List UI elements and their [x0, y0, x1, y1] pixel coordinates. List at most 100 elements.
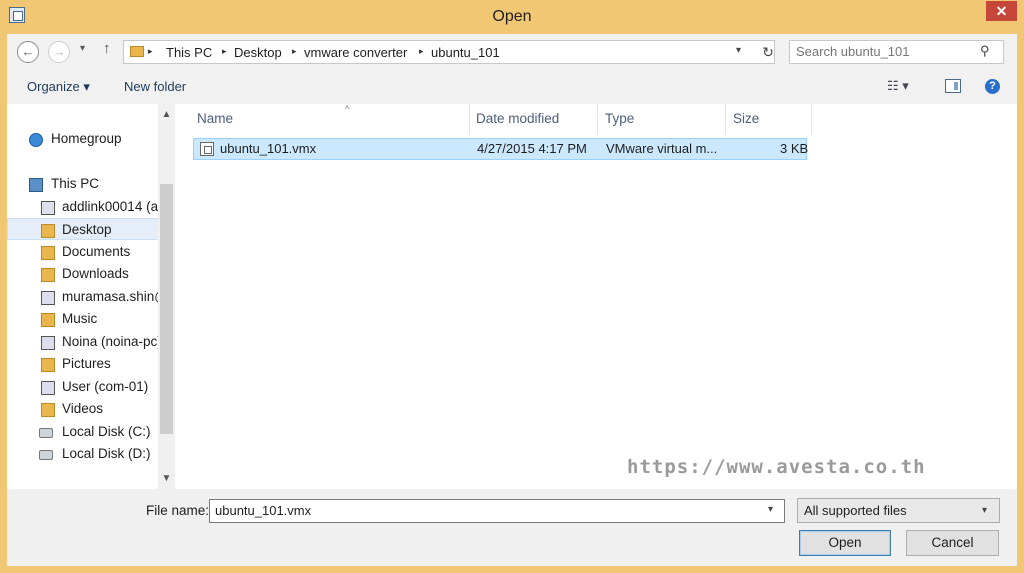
nav-item-music[interactable]: Music — [7, 308, 159, 330]
column-divider[interactable] — [811, 104, 812, 134]
disk-icon — [39, 428, 53, 438]
nav-item-label: Local Disk (C:) — [62, 424, 151, 439]
search-box: ⚲ — [789, 40, 1004, 64]
nav-item-label: This PC — [51, 176, 100, 191]
back-button[interactable]: ← — [17, 41, 39, 63]
file-list: Name ^ Date modified Type Size ubuntu_10… — [177, 104, 1017, 489]
folder-icon — [41, 246, 55, 260]
recent-locations-button[interactable]: ▾ — [80, 43, 85, 54]
file-name-label: File name: — [146, 503, 210, 518]
breadcrumb-desktop[interactable]: Desktop — [234, 45, 282, 60]
column-divider[interactable] — [597, 104, 598, 134]
refresh-button[interactable]: ↻ — [758, 42, 778, 62]
organize-button[interactable]: Organize ▾ — [27, 79, 90, 95]
nav-item-desktop[interactable]: Desktop — [7, 218, 159, 240]
breadcrumb-vmware-converter[interactable]: vmware converter — [304, 45, 407, 60]
forward-button[interactable]: → — [48, 41, 70, 63]
address-row: ← → ▾ ↑ ▸ This PC ▸ Desktop ▸ vmware con… — [7, 34, 1017, 70]
navigation-pane: Homegroup This PC addlink00014 (ad Deskt… — [7, 104, 177, 489]
homegroup-icon — [29, 133, 43, 147]
file-size-cell: 3 KB — [780, 141, 809, 156]
nav-item-this-pc[interactable]: This PC — [7, 173, 159, 195]
nav-item-user-com-01[interactable]: User (com-01) — [7, 376, 159, 398]
search-icon[interactable]: ⚲ — [980, 43, 990, 59]
nav-item-pictures[interactable]: Pictures — [7, 353, 159, 375]
folder-icon — [41, 313, 55, 327]
breadcrumb-separator[interactable]: ▸ — [292, 46, 297, 57]
file-name-combo: ▾ — [209, 499, 785, 523]
title-bar: Open ✕ — [0, 0, 1024, 34]
pc-icon — [29, 178, 43, 192]
nav-item-documents[interactable]: Documents — [7, 241, 159, 263]
folder-icon — [41, 268, 55, 282]
cancel-button[interactable]: Cancel — [906, 530, 999, 556]
breadcrumb-ubuntu-101[interactable]: ubuntu_101 — [431, 45, 500, 60]
breadcrumb-separator[interactable]: ▸ — [419, 46, 424, 57]
nav-item-noina[interactable]: Noina (noina-pc) — [7, 331, 159, 353]
nav-item-muramasa[interactable]: muramasa.shin@ — [7, 286, 159, 308]
file-type-value: All supported files — [804, 503, 907, 518]
scroll-up-button[interactable]: ▲ — [158, 106, 175, 123]
folder-icon — [130, 46, 144, 57]
nav-item-addlink00014[interactable]: addlink00014 (ad — [7, 196, 159, 218]
vmx-file-icon — [200, 142, 214, 156]
nav-item-label: User (com-01) — [62, 379, 149, 394]
file-name-input[interactable] — [215, 503, 755, 518]
network-drive-icon — [41, 381, 55, 395]
breadcrumb-this-pc[interactable]: This PC — [166, 45, 212, 60]
file-date-cell: 4/27/2015 4:17 PM — [477, 141, 587, 156]
nav-item-label: Local Disk (D:) — [62, 446, 151, 461]
nav-item-label: Downloads — [62, 266, 129, 281]
nav-item-downloads[interactable]: Downloads — [7, 263, 159, 285]
dialog-client: ← → ▾ ↑ ▸ This PC ▸ Desktop ▸ vmware con… — [7, 34, 1017, 566]
nav-item-label: addlink00014 (ad — [62, 199, 159, 214]
nav-item-label: Videos — [62, 401, 104, 416]
nav-item-label: Pictures — [62, 356, 111, 371]
up-button[interactable]: ↑ — [103, 40, 111, 57]
breadcrumb-separator[interactable]: ▸ — [148, 46, 153, 57]
command-bar: Organize ▾ New folder ☷ ▾ ? — [7, 70, 1017, 104]
column-header-date-modified[interactable]: Date modified — [476, 104, 596, 134]
nav-item-label: Noina (noina-pc) — [62, 334, 159, 349]
nav-item-videos[interactable]: Videos — [7, 398, 159, 420]
nav-item-local-disk-c[interactable]: Local Disk (C:) — [7, 421, 159, 443]
scroll-down-button[interactable]: ▼ — [158, 470, 175, 487]
file-type-select[interactable]: All supported files ▾ — [797, 498, 1000, 523]
file-row[interactable]: ubuntu_101.vmx 4/27/2015 4:17 PM VMware … — [193, 138, 809, 160]
file-name-cell: ubuntu_101.vmx — [220, 141, 317, 156]
dialog-footer: https://www.avesta.co.th File name: ▾ Al… — [7, 456, 1017, 566]
open-dialog: Open ✕ ← → ▾ ↑ ▸ This PC ▸ Desktop ▸ vmw… — [0, 0, 1024, 573]
close-button[interactable]: ✕ — [986, 1, 1017, 21]
breadcrumb-separator[interactable]: ▸ — [222, 46, 227, 57]
nav-scrollbar[interactable]: ▲ ▼ — [158, 104, 175, 489]
chevron-down-icon: ▾ — [982, 505, 988, 516]
folder-icon — [41, 403, 55, 417]
nav-item-label: Desktop — [62, 222, 112, 237]
nav-item-homegroup[interactable]: Homegroup — [7, 128, 159, 150]
disk-icon — [39, 450, 53, 460]
nav-item-label: muramasa.shin@ — [62, 289, 159, 304]
column-header-label: Name — [197, 111, 234, 126]
folder-icon — [41, 224, 55, 238]
sort-ascending-icon: ^ — [345, 104, 350, 114]
preview-pane-icon[interactable] — [945, 79, 961, 93]
window-title: Open — [492, 8, 532, 25]
column-divider[interactable] — [469, 104, 470, 134]
help-icon[interactable]: ? — [985, 79, 1000, 94]
column-header-type[interactable]: Type — [605, 104, 725, 134]
folder-icon — [41, 358, 55, 372]
scroll-thumb[interactable] — [160, 184, 173, 434]
search-input[interactable] — [796, 44, 966, 59]
new-folder-button[interactable]: New folder — [124, 79, 186, 94]
watermark-text: https://www.avesta.co.th — [627, 456, 926, 478]
column-header-size[interactable]: Size — [733, 104, 803, 134]
nav-item-label: Homegroup — [51, 131, 122, 146]
column-header-name[interactable]: Name ^ — [197, 104, 467, 134]
column-divider[interactable] — [725, 104, 726, 134]
address-bar[interactable]: ▸ This PC ▸ Desktop ▸ vmware converter ▸… — [123, 40, 775, 64]
change-view-button[interactable]: ☷ ▾ — [887, 78, 909, 94]
file-name-dropdown-button[interactable]: ▾ — [768, 504, 773, 515]
address-dropdown-button[interactable]: ▾ — [736, 45, 741, 56]
nav-item-local-disk-d[interactable]: Local Disk (D:) — [7, 443, 159, 465]
open-button[interactable]: Open — [799, 530, 891, 556]
